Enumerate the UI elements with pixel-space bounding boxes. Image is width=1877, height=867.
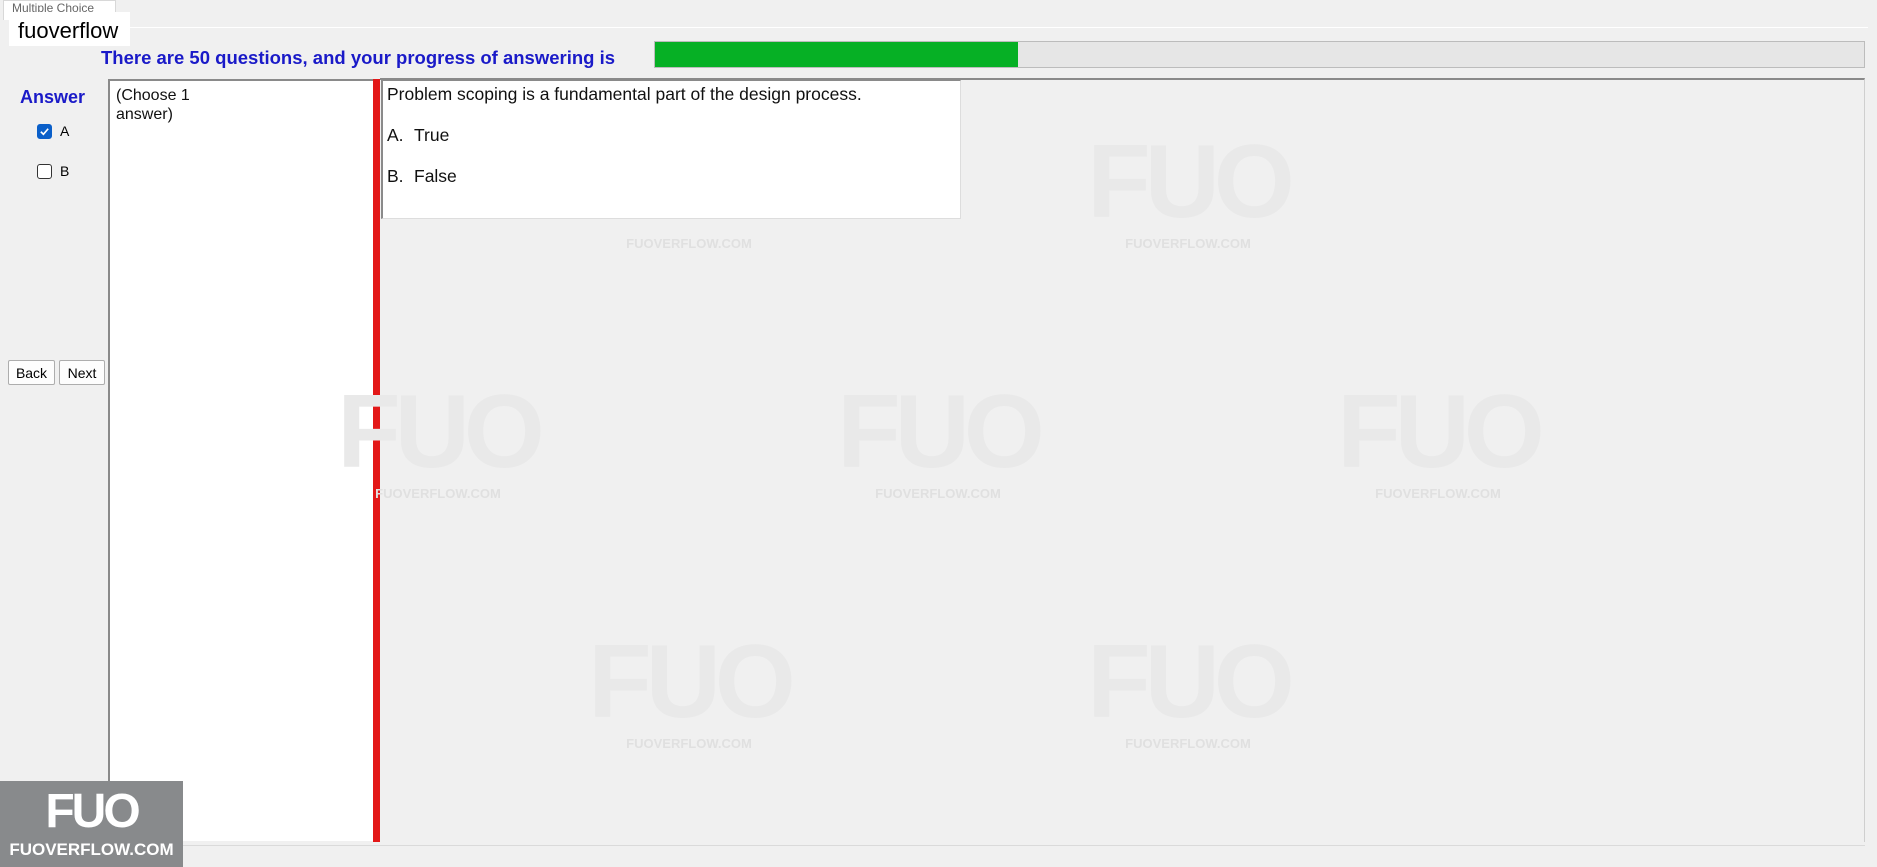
choice-a-letter: A. xyxy=(387,125,404,145)
choice-a-text: True xyxy=(414,125,450,145)
badge-site-text: FUOVERFLOW.COM xyxy=(9,840,174,859)
question-text: Problem scoping is a fundamental part of… xyxy=(387,84,862,104)
choice-b-letter: B. xyxy=(387,166,404,186)
checkbox-a[interactable] xyxy=(37,123,52,139)
answer-option-b[interactable]: B xyxy=(37,163,69,179)
question-choice-b: B. False xyxy=(387,166,457,187)
option-b-label: B xyxy=(60,163,70,179)
checkbox-b[interactable] xyxy=(37,163,52,179)
back-button[interactable]: Back xyxy=(8,360,55,385)
badge-logo-text: FUO xyxy=(45,785,140,838)
option-a-label: A xyxy=(60,123,70,139)
answer-option-a[interactable]: A xyxy=(37,123,69,139)
next-button[interactable]: Next xyxy=(59,360,105,385)
choice-b-text: False xyxy=(414,166,457,186)
bottom-divider xyxy=(183,845,1865,846)
progress-bar-fill xyxy=(655,42,1018,67)
progress-bar xyxy=(654,41,1865,68)
progress-label: There are 50 questions, and your progres… xyxy=(101,47,616,68)
checkmark-icon xyxy=(40,127,49,135)
answer-title: Answer xyxy=(20,87,86,107)
fuoverflow-logo-badge: FUO FUOVERFLOW.COM xyxy=(0,781,183,867)
question-choice-a: A. True xyxy=(387,125,449,146)
instruction-panel xyxy=(108,79,374,841)
brand-label: fuoverflow xyxy=(9,12,131,46)
instruction-text: (Choose 1 answer) xyxy=(116,87,190,123)
top-divider xyxy=(118,27,1868,28)
panel-splitter[interactable] xyxy=(373,79,380,842)
